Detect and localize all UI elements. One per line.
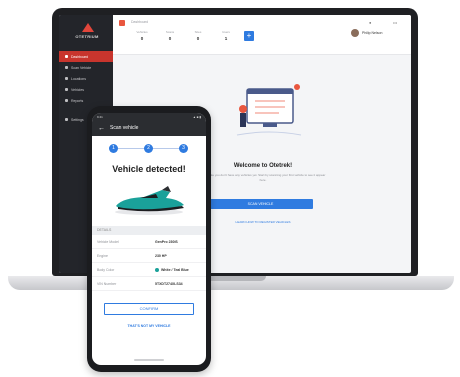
detail-key: Body Color bbox=[97, 267, 115, 272]
detail-row: Engine 230 HP bbox=[92, 249, 206, 263]
stat-scans: Scans 0 bbox=[159, 30, 181, 41]
status-icons: ▲ ■ ▮ bbox=[192, 114, 201, 119]
sidebar-item-locations[interactable]: Locations bbox=[59, 73, 113, 84]
vehicle-icon bbox=[65, 88, 68, 91]
detail-key: Vehicle Model bbox=[97, 239, 119, 244]
dashboard-icon bbox=[65, 55, 68, 58]
detail-value-text: 230 HP bbox=[155, 253, 167, 258]
brand-icon bbox=[119, 20, 125, 26]
gear-icon bbox=[65, 118, 68, 121]
detail-value: GenPro 230iS bbox=[155, 240, 178, 244]
detail-row: VIN Number 5TXDT274XLS34 bbox=[92, 277, 206, 291]
back-arrow-icon[interactable]: ← bbox=[98, 125, 105, 132]
stat-value: 0 bbox=[196, 36, 200, 41]
sidebar-item-vehicles[interactable]: Vehicles bbox=[59, 84, 113, 95]
detail-value-text: GenPro 230iS bbox=[155, 239, 178, 244]
breadcrumb: Dashboard bbox=[131, 20, 149, 24]
detail-key: Engine bbox=[97, 253, 108, 258]
user-menu[interactable]: Philip Nelson bbox=[351, 29, 382, 37]
status-time: 9:41 bbox=[97, 114, 103, 119]
sidebar-item-reports[interactable]: Reports bbox=[59, 95, 113, 106]
scan-vehicle-button[interactable]: SCAN VEHICLE bbox=[208, 199, 313, 209]
sidebar-item-label: Reports bbox=[71, 98, 84, 103]
stat-label: Users bbox=[222, 30, 230, 34]
step-2: 2 bbox=[144, 144, 153, 153]
learn-more-link[interactable]: LEARN HOW TO REGISTER VEHICLES bbox=[198, 220, 328, 224]
sidebar-item-label: Locations bbox=[71, 76, 86, 81]
sidebar-item-dashboard[interactable]: Dashboard bbox=[59, 51, 113, 62]
sidebar-item-label: Vehicles bbox=[71, 87, 85, 92]
menu-icon[interactable]: ••• bbox=[393, 20, 397, 25]
detail-value: 5TXDT274XLS34 bbox=[155, 282, 183, 286]
home-indicator bbox=[134, 359, 164, 361]
product-showcase: OTETRIUM Dashboard Scan Vehicle Location… bbox=[0, 0, 460, 377]
laptop-notch bbox=[206, 276, 266, 281]
stat-sites: Sites 0 bbox=[187, 30, 209, 41]
welcome-illustration-icon bbox=[236, 84, 302, 136]
stat-label: Vehicles bbox=[136, 30, 148, 34]
stat-value: 0 bbox=[140, 36, 144, 41]
report-icon bbox=[65, 99, 68, 102]
detail-key: VIN Number bbox=[97, 281, 117, 286]
app-header: ← Scan vehicle bbox=[92, 120, 206, 136]
stat-users: Users 1 bbox=[215, 30, 237, 41]
phone: 9:41 ▲ ■ ▮ ← Scan vehicle 1 2 3 Vehicle … bbox=[87, 106, 211, 372]
stat-value: 0 bbox=[168, 36, 172, 41]
bell-icon[interactable]: ● bbox=[369, 20, 371, 25]
status-bar: 9:41 ▲ ■ ▮ bbox=[92, 113, 206, 120]
stat-label: Scans bbox=[165, 30, 175, 34]
stat-value: 1 bbox=[224, 36, 228, 41]
detail-value-text: White / Teal Blue bbox=[161, 267, 189, 272]
step-3: 3 bbox=[179, 144, 188, 153]
screen-title: Scan vehicle bbox=[110, 125, 139, 131]
welcome-text: Looks like you don't have any vehicles y… bbox=[200, 173, 326, 182]
stepper: 1 2 3 bbox=[92, 140, 206, 158]
vehicle-image bbox=[92, 178, 206, 218]
logo-mark-icon bbox=[82, 23, 94, 32]
stat-vehicles: Vehicles 0 bbox=[131, 30, 153, 41]
step-1: 1 bbox=[109, 144, 118, 153]
sidebar-item-label: Scan Vehicle bbox=[71, 65, 92, 70]
color-swatch-icon bbox=[155, 267, 159, 272]
pin-icon bbox=[65, 77, 68, 80]
sidebar-item-label: Dashboard bbox=[71, 54, 89, 59]
sidebar-item-label: Settings bbox=[71, 117, 84, 122]
logo: OTETRIUM bbox=[67, 23, 107, 45]
not-my-vehicle-button[interactable]: THAT'S NOT MY VEHICLE bbox=[92, 324, 206, 328]
user-name: Philip Nelson bbox=[362, 31, 383, 35]
detail-value-text: 5TXDT274XLS34 bbox=[155, 281, 183, 286]
detail-value: White / Teal Blue bbox=[155, 267, 189, 272]
add-button[interactable]: + bbox=[244, 31, 254, 41]
phone-screen: 9:41 ▲ ■ ▮ ← Scan vehicle 1 2 3 Vehicle … bbox=[92, 113, 206, 365]
avatar bbox=[351, 29, 359, 37]
top-bar: Dashboard Vehicles 0 Scans 0 Sites 0 Users 1… bbox=[113, 15, 411, 55]
scan-icon bbox=[65, 66, 68, 69]
detail-row: Vehicle Model GenPro 230iS bbox=[92, 235, 206, 249]
sidebar-item-scan-vehicle[interactable]: Scan Vehicle bbox=[59, 62, 113, 73]
welcome-title: Welcome to Otetrek! bbox=[233, 163, 293, 169]
detected-title: Vehicle detected! bbox=[112, 164, 186, 174]
stat-label: Sites bbox=[194, 30, 202, 34]
detail-row: Body Color White / Teal Blue bbox=[92, 263, 206, 277]
logo-text: OTETRIUM bbox=[75, 34, 99, 39]
jet-ski-icon bbox=[115, 186, 184, 215]
confirm-button[interactable]: CONFIRM bbox=[104, 303, 194, 315]
detail-value: 230 HP bbox=[155, 254, 167, 258]
details-section-header: DETAILS bbox=[92, 226, 206, 235]
